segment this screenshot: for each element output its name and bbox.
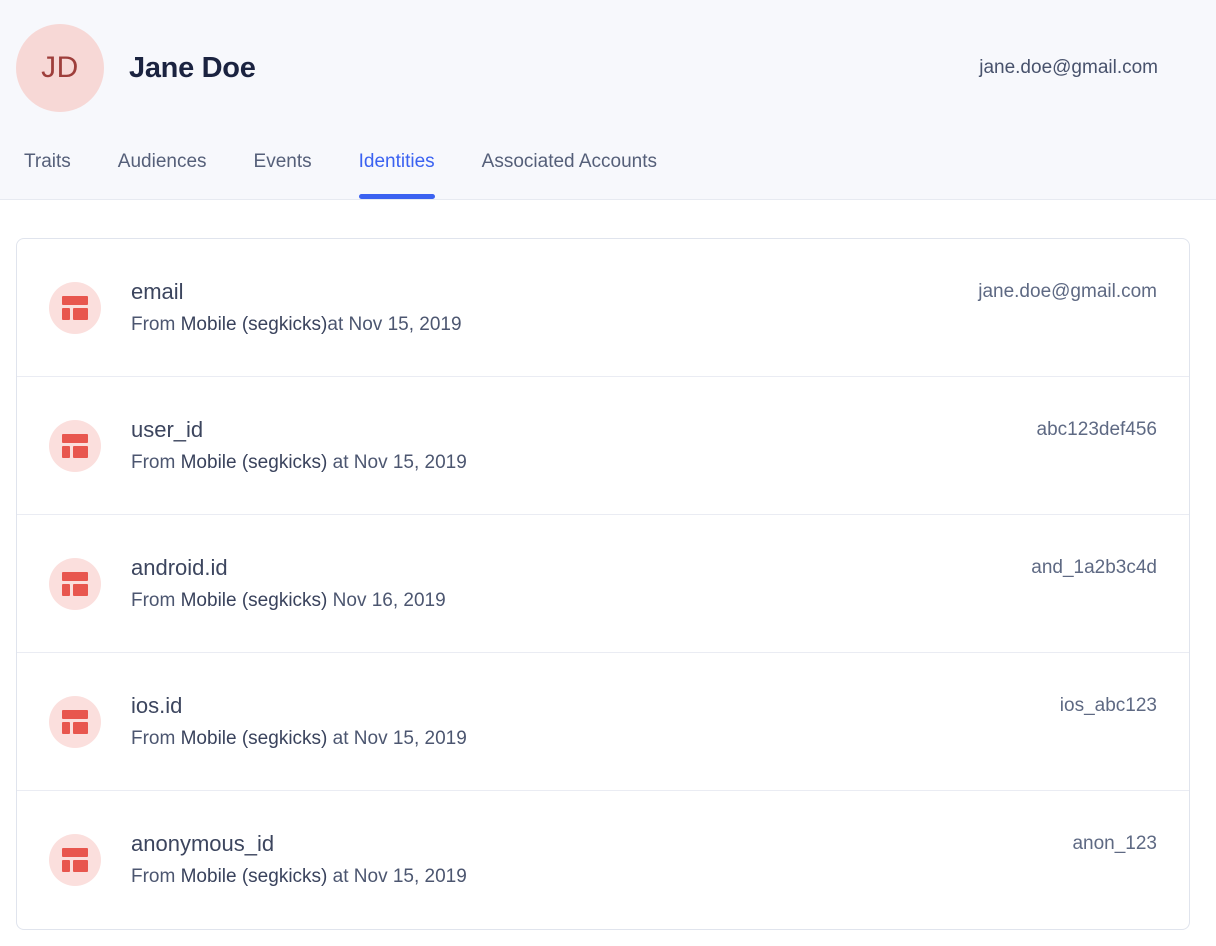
identity-row-android-id: android.id From Mobile (segkicks) Nov 16… [17, 515, 1189, 653]
layout-icon [49, 834, 101, 886]
header-email: jane.doe@gmail.com [979, 57, 1158, 79]
identity-info: user_id From Mobile (segkicks) at Nov 15… [131, 416, 467, 476]
from-label: From [131, 590, 181, 611]
avatar: JD [16, 24, 104, 112]
tab-identities[interactable]: Identities [359, 151, 435, 199]
identity-row-user-id: user_id From Mobile (segkicks) at Nov 15… [17, 377, 1189, 515]
identity-date: at Nov 15, 2019 [327, 314, 461, 335]
from-label: From [131, 452, 181, 473]
identity-date: at Nov 15, 2019 [327, 452, 466, 473]
tab-audiences[interactable]: Audiences [118, 151, 207, 199]
identity-name: android.id [131, 554, 446, 582]
source-name: Mobile (segkicks) [181, 314, 328, 335]
identity-name: email [131, 278, 462, 306]
source-name: Mobile (segkicks) [181, 452, 328, 473]
identity-row-email: email From Mobile (segkicks)at Nov 15, 2… [17, 239, 1189, 377]
identity-date: at Nov 15, 2019 [327, 728, 466, 749]
source-name: Mobile (segkicks) [181, 590, 328, 611]
tab-label: Associated Accounts [482, 151, 657, 172]
identity-value: and_1a2b3c4d [1031, 557, 1157, 579]
identity-name: anonymous_id [131, 830, 467, 858]
from-label: From [131, 866, 181, 887]
tab-label: Identities [359, 151, 435, 172]
layout-icon [49, 558, 101, 610]
identity-info: anonymous_id From Mobile (segkicks) at N… [131, 830, 467, 890]
from-label: From [131, 314, 181, 335]
profile-tabs: Traits Audiences Events Identities Assoc… [0, 151, 1216, 199]
identities-card: email From Mobile (segkicks)at Nov 15, 2… [16, 238, 1190, 930]
identity-info: email From Mobile (segkicks)at Nov 15, 2… [131, 278, 462, 338]
layout-icon [49, 282, 101, 334]
identity-row-ios-id: ios.id From Mobile (segkicks) at Nov 15,… [17, 653, 1189, 791]
identity-origin: From Mobile (segkicks) at Nov 15, 2019 [131, 450, 467, 476]
layout-icon [49, 420, 101, 472]
tab-events[interactable]: Events [254, 151, 312, 199]
identity-name: user_id [131, 416, 467, 444]
tab-label: Audiences [118, 151, 207, 172]
identity-origin: From Mobile (segkicks) at Nov 15, 2019 [131, 864, 467, 890]
identity-name: ios.id [131, 692, 467, 720]
identity-info: android.id From Mobile (segkicks) Nov 16… [131, 554, 446, 614]
source-name: Mobile (segkicks) [181, 728, 328, 749]
identity-value: jane.doe@gmail.com [978, 281, 1157, 303]
identity-date: Nov 16, 2019 [327, 590, 445, 611]
from-label: From [131, 728, 181, 749]
tab-label: Events [254, 151, 312, 172]
identity-origin: From Mobile (segkicks) at Nov 15, 2019 [131, 726, 467, 752]
profile-header: JD Jane Doe jane.doe@gmail.com Traits Au… [0, 0, 1216, 200]
identity-info: ios.id From Mobile (segkicks) at Nov 15,… [131, 692, 467, 752]
identity-value: abc123def456 [1037, 419, 1157, 441]
identity-row-anonymous-id: anonymous_id From Mobile (segkicks) at N… [17, 791, 1189, 929]
identity-value: anon_123 [1072, 833, 1157, 855]
profile-header-top: JD Jane Doe jane.doe@gmail.com [0, 0, 1216, 112]
page-title: Jane Doe [129, 52, 256, 85]
layout-icon [49, 696, 101, 748]
identity-origin: From Mobile (segkicks)at Nov 15, 2019 [131, 312, 462, 338]
identity-date: at Nov 15, 2019 [327, 866, 466, 887]
identity-origin: From Mobile (segkicks) Nov 16, 2019 [131, 588, 446, 614]
tab-traits[interactable]: Traits [24, 151, 71, 199]
active-tab-indicator [359, 194, 435, 199]
source-name: Mobile (segkicks) [181, 866, 328, 887]
tab-associated-accounts[interactable]: Associated Accounts [482, 151, 657, 199]
avatar-initials: JD [41, 51, 79, 85]
identity-value: ios_abc123 [1060, 695, 1157, 717]
tab-label: Traits [24, 151, 71, 172]
